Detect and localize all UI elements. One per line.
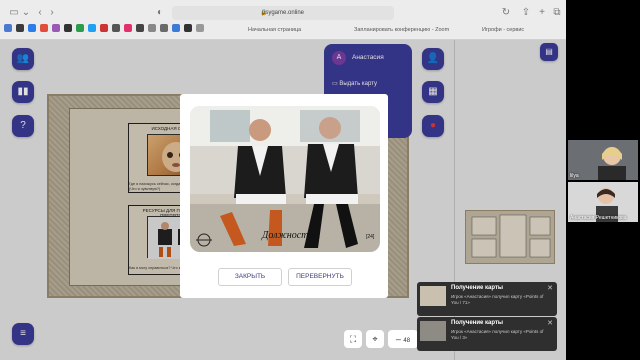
close-icon[interactable]: ✕ — [547, 319, 553, 327]
notification-toast: Получение карты Игрок «Анастасия» получи… — [417, 317, 557, 351]
tab-overview-icon[interactable]: ⧉ — [551, 7, 563, 19]
video-strip: lilya Анастасия Решетникова — [566, 0, 640, 360]
card-caption: Должностны — [262, 230, 321, 241]
fullscreen-button[interactable]: ⛶ — [344, 330, 362, 348]
forward-icon[interactable]: › — [46, 7, 58, 19]
video-tile[interactable]: lilya — [568, 140, 638, 180]
game-area: 👥 ▮▮ ? ≡ 👤 ▦ ● ▤ ИСХОДНАЯ СИТУАЦИЯ Где я… — [0, 40, 566, 360]
fullscreen-icon: ⛶ — [349, 334, 357, 344]
close-button[interactable]: ЗАКРЫТЬ — [218, 268, 282, 286]
reload-icon[interactable]: ↻ — [500, 7, 512, 19]
tab-igrofi[interactable]: Игрофи - сервис — [482, 24, 524, 36]
address-bar[interactable]: 🔒 psygame.online — [172, 6, 394, 20]
tab-start-page[interactable]: Начальная страница — [248, 24, 301, 36]
new-tab-icon[interactable]: + — [536, 7, 548, 19]
video-tile[interactable]: Анастасия Решетникова — [568, 182, 638, 222]
crosshair-icon: ⌖ — [372, 334, 378, 344]
notification-title: Получение карты — [451, 285, 504, 291]
address-text: psygame.online — [261, 10, 305, 16]
back-icon[interactable]: ‹ — [34, 7, 46, 19]
notification-title: Получение карты — [451, 320, 504, 326]
card-modal: Должностны [24] ЗАКРЫТЬ ПЕРЕВЕРНУТЬ — [180, 94, 388, 298]
chevron-down-icon[interactable]: ⌄ — [20, 7, 32, 19]
notification-body: Игрок «Анастасия» получил карту «Points … — [451, 329, 544, 340]
card-thumbnail — [420, 286, 446, 306]
card-thumbnail — [420, 321, 446, 341]
browser-toolbar: ▭ ⌄ ‹ › ◐ 🔒 psygame.online ↻ ⇪ + ⧉ Начал… — [0, 0, 566, 40]
screen: ▭ ⌄ ‹ › ◐ 🔒 psygame.online ↻ ⇪ + ⧉ Начал… — [0, 0, 640, 360]
card-number: [24] — [366, 234, 375, 240]
participant-name: lilya — [570, 173, 579, 179]
flip-button[interactable]: ПЕРЕВЕРНУТЬ — [288, 268, 352, 286]
card-image: Должностны [24] — [190, 106, 380, 252]
close-icon[interactable]: ✕ — [547, 284, 553, 292]
share-icon[interactable]: ⇪ — [520, 7, 532, 19]
tab-bar: Начальная страница Запланировать конфере… — [0, 24, 566, 36]
tab-zoom[interactable]: Запланировать конференцию - Zoom — [354, 24, 449, 36]
participant-name: Анастасия Решетникова — [570, 215, 627, 221]
zoom-level: 48 — [403, 338, 411, 344]
minus-icon: – — [395, 334, 401, 344]
sidebar-icon[interactable]: ▭ — [8, 7, 20, 19]
zoom-out-button[interactable]: – 48 — [388, 330, 418, 348]
center-button[interactable]: ⌖ — [366, 330, 384, 348]
privacy-shield-icon[interactable]: ◐ — [154, 7, 166, 19]
notification-body: Игрок «Анастасия» получил карту «Points … — [451, 294, 544, 305]
notification-toast: Получение карты Игрок «Анастасия» получи… — [417, 282, 557, 316]
